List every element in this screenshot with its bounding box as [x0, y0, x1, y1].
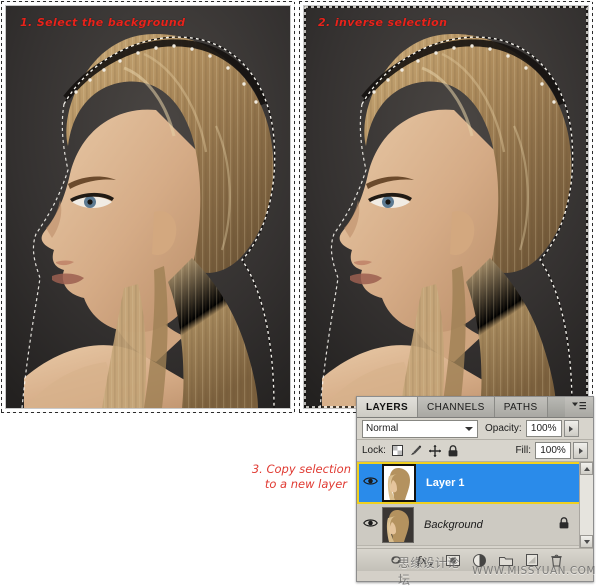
tab-paths[interactable]: PATHS — [494, 397, 548, 417]
blend-mode-value: Normal — [366, 423, 399, 434]
eye-icon — [362, 476, 378, 489]
opacity-input[interactable]: 100% — [525, 420, 562, 437]
fill-label: Fill: — [515, 445, 531, 456]
step-label-1: 1. Select the background — [20, 16, 186, 29]
layer-thumbnail-2[interactable] — [382, 506, 414, 543]
palette-footer-toolbar: fx — [357, 549, 593, 571]
add-layer-style-icon[interactable]: fx — [417, 554, 433, 566]
palette-tab-bar: LAYERS CHANNELS PATHS — [357, 397, 593, 418]
fill-input[interactable]: 100% — [535, 442, 571, 459]
delete-layer-icon[interactable] — [551, 554, 562, 567]
fill-slider-button[interactable] — [573, 442, 588, 459]
lock-image-pixels-icon[interactable] — [410, 445, 422, 456]
chevron-down-icon — [465, 426, 473, 431]
image-canvas-step-1[interactable]: 1. Select the background — [1, 1, 295, 413]
tab-paths-label: PATHS — [503, 401, 538, 413]
lock-label: Lock: — [362, 445, 386, 456]
layer-visibility-toggle-1[interactable] — [359, 476, 381, 489]
opacity-label: Opacity: — [485, 423, 522, 434]
palette-menu-button[interactable] — [565, 397, 593, 417]
portrait-photo-2 — [304, 6, 588, 408]
tab-channels-label: CHANNELS — [427, 401, 485, 413]
layer-name-2: Background — [424, 518, 483, 531]
lock-buttons-group — [391, 444, 458, 457]
photo-frame-2 — [304, 6, 588, 408]
step-3-line-1: 3. Copy selection — [251, 462, 351, 476]
new-layer-icon[interactable] — [526, 554, 538, 566]
scroll-up-button[interactable] — [580, 462, 593, 475]
blend-mode-select[interactable]: Normal — [362, 419, 478, 438]
tab-layers[interactable]: LAYERS — [357, 397, 419, 417]
portrait-photo-1 — [6, 6, 290, 408]
step-3-annotation: 3. Copy selection to a new layer — [196, 462, 351, 492]
photo-frame-1 — [6, 6, 290, 408]
lock-all-icon[interactable] — [448, 444, 458, 457]
opacity-slider-button[interactable] — [563, 420, 579, 437]
svg-text:fx: fx — [417, 554, 427, 566]
layer-row-background[interactable]: Background — [357, 504, 593, 546]
step-label-2: 2. inverse selection — [318, 16, 448, 29]
layer-thumb-image-1 — [384, 465, 414, 500]
image-canvas-step-2[interactable]: 2. inverse selection — [299, 1, 593, 413]
add-layer-mask-icon[interactable] — [446, 554, 460, 566]
layer-name-1: Layer 1 — [426, 476, 465, 489]
panel-menu-icon — [572, 401, 586, 414]
lock-fill-row: Lock: Fill: 100% — [357, 440, 593, 462]
layer-row-layer-1[interactable]: Layer 1 — [357, 462, 593, 504]
layers-palette[interactable]: LAYERS CHANNELS PATHS Normal Opacity: 10… — [356, 396, 594, 582]
blend-opacity-row: Normal Opacity: 100% — [357, 418, 593, 440]
eye-icon — [362, 518, 378, 531]
layer-thumb-image-2 — [383, 507, 413, 542]
new-group-icon[interactable] — [499, 555, 513, 566]
tutorial-composite: 1. Select the background 2. inverse sele… — [0, 0, 596, 587]
new-fill-adjustment-layer-icon[interactable] — [473, 553, 486, 567]
layer-list-scrollbar[interactable] — [579, 462, 593, 548]
lock-transparent-pixels-icon[interactable] — [391, 445, 403, 456]
layer-thumbnail-1[interactable] — [382, 463, 416, 502]
background-lock-indicator — [559, 517, 569, 532]
tab-layers-label: LAYERS — [366, 401, 409, 413]
link-layers-icon[interactable] — [388, 555, 404, 565]
lock-all-icon — [559, 517, 569, 532]
lock-position-icon[interactable] — [428, 444, 441, 457]
fill-value: 100% — [540, 445, 566, 456]
step-3-line-2: to a new layer — [264, 477, 347, 491]
tab-channels[interactable]: CHANNELS — [418, 397, 495, 417]
layer-list[interactable]: Layer 1 Background — [357, 462, 593, 549]
layer-visibility-toggle-2[interactable] — [359, 518, 381, 531]
scroll-down-button[interactable] — [580, 535, 593, 548]
opacity-value: 100% — [530, 423, 557, 434]
